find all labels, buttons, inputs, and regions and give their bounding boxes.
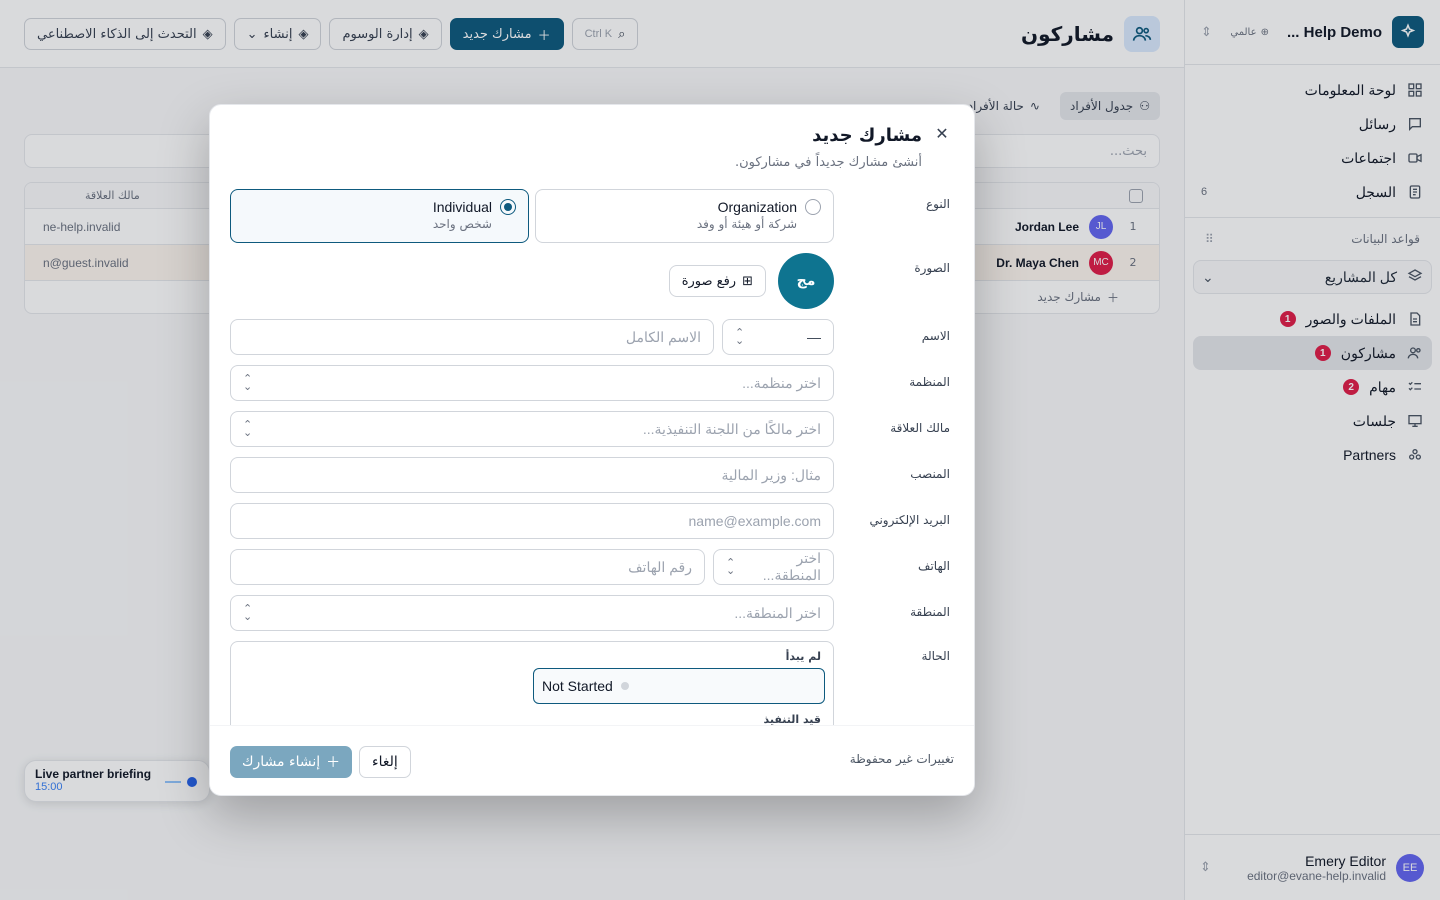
upload-label: رفع صورة [681, 273, 737, 289]
dialog-footer: تغييرات غير محفوظة إلغاء ＋ إنشاء مشارك [210, 725, 974, 795]
chevron-updown-icon: ⌃ ⌄ [726, 557, 736, 577]
avatar-preview: مج [778, 253, 834, 309]
status-group-label: لم يبدأ [785, 650, 821, 663]
field-label: الصورة [914, 261, 950, 275]
chevron-updown-icon: ⌃ ⌄ [243, 419, 253, 439]
field-organization: المنظمة اختر منظمة... ⌃ ⌄ [230, 365, 954, 401]
owner-placeholder: اختر مالكًا من اللجنة التنفيذية... [642, 420, 821, 437]
position-input[interactable]: مثال: وزير المالية [230, 457, 834, 493]
dialog-title: مشارك جديد [812, 125, 922, 146]
field-region: المنطقة اختر المنطقة... ⌃ ⌄ [230, 595, 954, 631]
upload-photo-button[interactable]: ⊞ رفع صورة [668, 265, 766, 297]
owner-select[interactable]: اختر مالكًا من اللجنة التنفيذية... ⌃ ⌄ [230, 411, 834, 447]
image-upload-icon: ⊞ [742, 273, 753, 289]
plus-icon: ＋ [326, 755, 341, 771]
status-dot [620, 682, 629, 690]
phone-input[interactable]: رقم الهاتف [230, 549, 705, 585]
field-label: مالك العلاقة [890, 421, 950, 435]
dialog-form: النوع Organization شركة أو هيئة أو وفد I… [230, 189, 954, 729]
field-phone: الهاتف اختر المنطقة... ⌃ ⌄ رقم الهاتف [230, 549, 954, 585]
name-prefix-value: — [807, 329, 821, 345]
phone-placeholder: رقم الهاتف [628, 558, 692, 575]
field-label: الاسم [921, 329, 950, 343]
field-type: النوع Organization شركة أو هيئة أو وفد I… [230, 189, 954, 243]
field-label: النوع [926, 197, 950, 211]
field-label: الهاتف [918, 559, 950, 573]
type-option-organization[interactable]: Organization شركة أو هيئة أو وفد [535, 189, 834, 243]
type-option-name: Individual [432, 199, 492, 215]
field-position: المنصب مثال: وزير المالية [230, 457, 954, 493]
radio-button[interactable] [500, 199, 516, 215]
field-email: البريد الإلكتروني name@example.com [230, 503, 954, 539]
name-prefix-select[interactable]: — ⌃ ⌄ [722, 319, 834, 355]
field-label: المنطقة [910, 605, 950, 619]
dialog-subtitle: أنشئ مشارك جديداً في مشاركون. [734, 155, 922, 170]
email-input[interactable]: name@example.com [230, 503, 834, 539]
cancel-label: إلغاء [372, 754, 398, 770]
chevron-updown-icon: ⌃ ⌄ [243, 373, 253, 393]
type-option-desc: شخص واحد [432, 217, 492, 231]
email-placeholder: name@example.com [688, 513, 822, 529]
field-label: البريد الإلكتروني [869, 513, 950, 527]
field-name: الاسم — ⌃ ⌄ الاسم الكامل [230, 319, 954, 355]
new-participant-dialog: ✕ مشارك جديد أنشئ مشارك جديداً في مشاركو… [209, 104, 975, 796]
chevron-updown-icon: ⌃ ⌄ [735, 327, 745, 347]
status-listbox[interactable]: لم يبدأ Not Started قيد التنفيذ [230, 641, 834, 729]
phone-region-placeholder: اختر المنطقة... [762, 550, 821, 583]
create-label: إنشاء مشارك [242, 754, 321, 770]
field-owner: مالك العلاقة اختر مالكًا من اللجنة التنف… [230, 411, 954, 447]
status-option-label: Not Started [542, 678, 613, 694]
type-option-name: Organization [717, 199, 797, 215]
position-placeholder: مثال: وزير المالية [721, 466, 821, 483]
status-option-not-started[interactable]: Not Started [533, 668, 825, 704]
photo-control: مج ⊞ رفع صورة [230, 253, 834, 309]
chevron-updown-icon: ⌃ ⌄ [243, 603, 253, 623]
field-status: الحالة لم يبدأ Not Started قيد التنفيذ [230, 641, 954, 729]
full-name-placeholder: الاسم الكامل [625, 328, 701, 345]
field-label: الحالة [921, 649, 950, 663]
close-icon[interactable]: ✕ [932, 123, 952, 143]
type-option-individual[interactable]: Individual شخص واحد [230, 189, 529, 243]
cancel-button[interactable]: إلغاء [359, 746, 411, 778]
field-label: المنظمة [909, 375, 950, 389]
type-option-desc: شركة أو هيئة أو وفد [696, 217, 797, 231]
unsaved-changes-label: تغييرات غير محفوظة [849, 752, 954, 766]
organization-placeholder: اختر منظمة... [742, 374, 821, 391]
region-select[interactable]: اختر المنطقة... ⌃ ⌄ [230, 595, 834, 631]
organization-select[interactable]: اختر منظمة... ⌃ ⌄ [230, 365, 834, 401]
create-participant-button[interactable]: ＋ إنشاء مشارك [230, 746, 353, 778]
full-name-input[interactable]: الاسم الكامل [230, 319, 714, 355]
phone-region-select[interactable]: اختر المنطقة... ⌃ ⌄ [713, 549, 834, 585]
radio-button[interactable] [805, 199, 821, 215]
field-label: المنصب [910, 467, 950, 481]
field-photo: الصورة مج ⊞ رفع صورة [230, 253, 954, 309]
region-placeholder: اختر المنطقة... [734, 604, 821, 621]
